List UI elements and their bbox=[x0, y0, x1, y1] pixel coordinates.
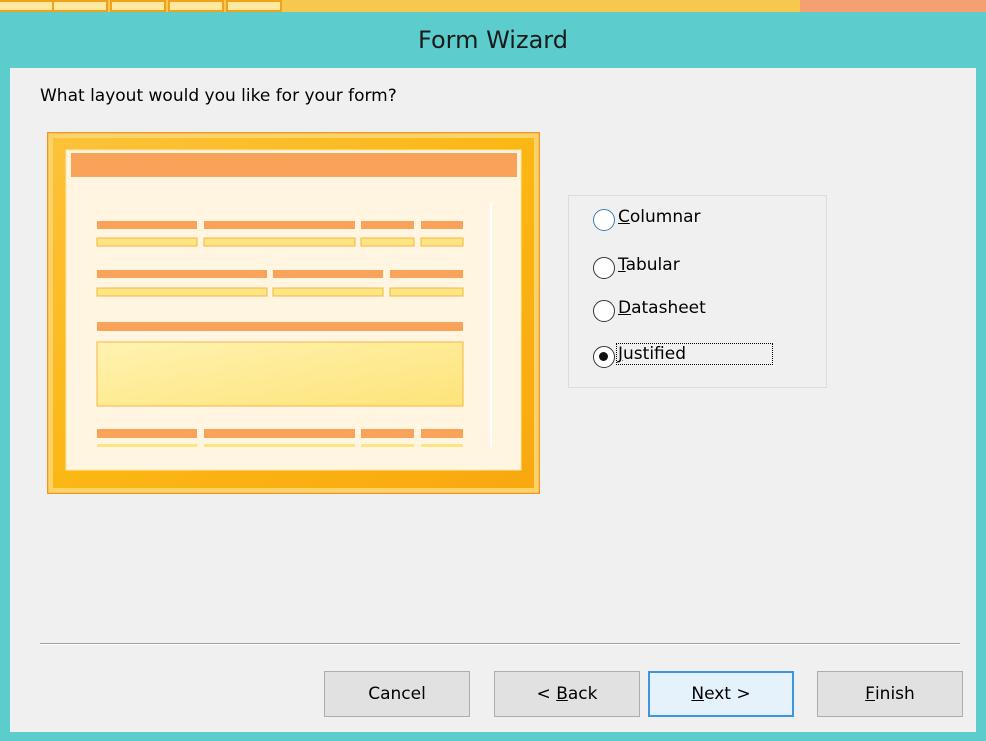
title-bar[interactable]: Form Wizard bbox=[0, 12, 986, 68]
tabular-accel: T bbox=[618, 255, 626, 275]
option-tabular[interactable]: Tabular bbox=[593, 254, 681, 279]
option-justified[interactable]: Justified bbox=[593, 343, 773, 368]
finish-label: inish bbox=[874, 684, 915, 704]
tabular-label: abular bbox=[625, 255, 680, 275]
datasheet-label: atasheet bbox=[631, 298, 706, 318]
background-tile bbox=[0, 0, 58, 12]
justified-radio[interactable] bbox=[593, 346, 615, 368]
layout-options-group: Columnar Tabular Datasheet Justified bbox=[568, 195, 827, 388]
background-tile bbox=[52, 0, 108, 12]
columnar-radio[interactable] bbox=[593, 209, 615, 231]
button-separator bbox=[40, 643, 960, 645]
background-tile bbox=[110, 0, 166, 12]
next-accel: N bbox=[691, 684, 705, 704]
justified-layout-preview-image bbox=[46, 131, 541, 495]
background-app-right bbox=[800, 0, 986, 12]
option-datasheet[interactable]: Datasheet bbox=[593, 297, 707, 322]
layout-prompt: What layout would you like for your form… bbox=[40, 86, 397, 106]
cancel-button[interactable]: Cancel bbox=[324, 671, 470, 717]
tabular-radio[interactable] bbox=[593, 257, 615, 279]
next-label: ext > bbox=[704, 684, 751, 704]
next-button[interactable]: Next > bbox=[648, 671, 794, 717]
background-tile bbox=[226, 0, 282, 12]
columnar-label: olumnar bbox=[629, 207, 701, 227]
datasheet-radio[interactable] bbox=[593, 300, 615, 322]
datasheet-accel: D bbox=[618, 298, 632, 318]
cancel-label: Cancel bbox=[368, 684, 426, 704]
finish-button[interactable]: Finish bbox=[817, 671, 963, 717]
wizard-body: What layout would you like for your form… bbox=[10, 68, 976, 732]
option-columnar[interactable]: Columnar bbox=[593, 206, 702, 231]
back-accel: B bbox=[556, 684, 568, 704]
layout-preview bbox=[46, 131, 541, 495]
back-label: ack bbox=[567, 684, 598, 704]
justified-label: ustified bbox=[623, 344, 686, 364]
finish-accel: F bbox=[865, 684, 875, 704]
columnar-accel: C bbox=[618, 207, 630, 227]
back-prefix: < bbox=[536, 684, 557, 704]
back-button[interactable]: < Back bbox=[494, 671, 640, 717]
background-tile bbox=[168, 0, 224, 12]
window-title: Form Wizard bbox=[418, 26, 568, 54]
form-wizard-dialog: Form Wizard What layout would you like f… bbox=[0, 12, 986, 741]
